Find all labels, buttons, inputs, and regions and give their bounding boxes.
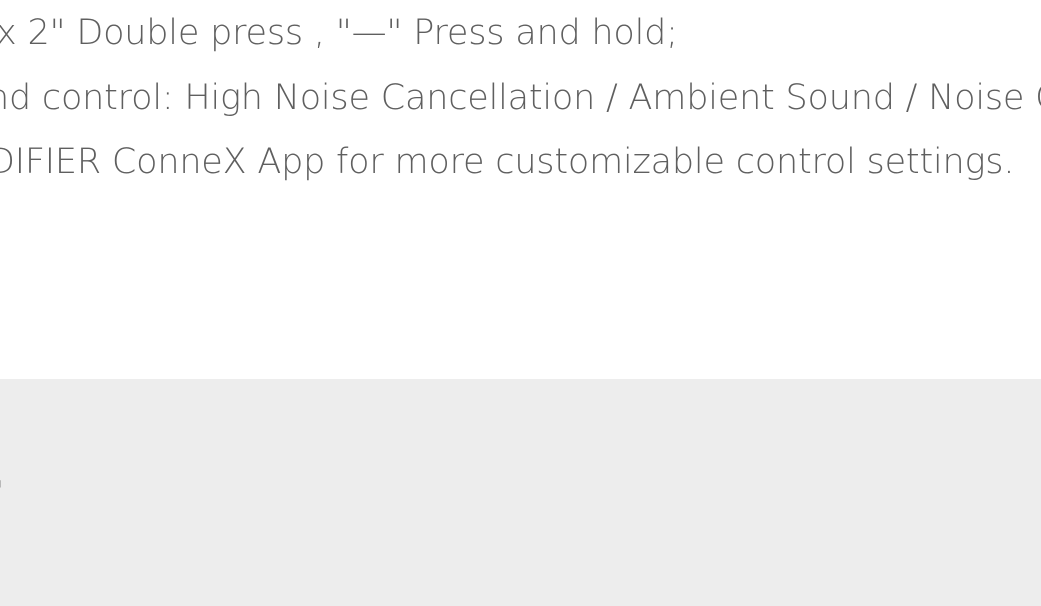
noise-control-modes-text: nd control: High Noise Cancellation / Am… bbox=[0, 78, 1041, 118]
app-settings-text: DIFIER ConneX App for more customizable … bbox=[0, 142, 1015, 182]
press-controls-text: x 2" Double press , "—" Press and hold; bbox=[0, 13, 678, 53]
feature-description-section: x 2" Double press , "—" Press and hold; … bbox=[0, 0, 1041, 379]
next-section-heading-fragment: t bbox=[0, 463, 2, 521]
next-section-panel: t bbox=[0, 379, 1041, 606]
